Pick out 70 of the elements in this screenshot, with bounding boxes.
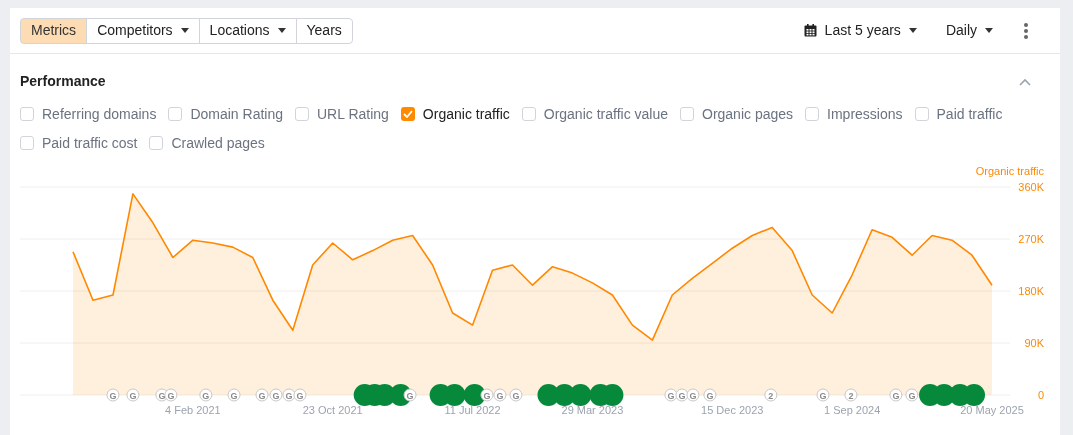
x-axis-label: 4 Feb 2021 (165, 404, 221, 416)
checkbox[interactable] (20, 136, 34, 150)
metric-checkbox[interactable]: Organic traffic (400, 105, 510, 123)
update-marker[interactable]: G (509, 388, 523, 402)
metric-checkbox[interactable]: Paid traffic (914, 105, 1003, 123)
checkbox[interactable] (168, 107, 183, 121)
x-axis-label: 11 Jul 2022 (444, 404, 501, 416)
caret-icon (908, 28, 917, 33)
x-axis-label: 15 Dec 2023 (701, 404, 764, 416)
x-axis-label: 20 May 2025 (960, 404, 1024, 416)
metric-checkbox[interactable]: Crawled pages (149, 134, 265, 152)
y-axis-label: 0 (1037, 389, 1044, 401)
y-axis-label: 180K (1018, 285, 1044, 297)
checkbox[interactable] (521, 107, 536, 121)
section-title: Performance (20, 72, 106, 91)
caret-icon (985, 28, 993, 33)
checkbox[interactable] (680, 107, 694, 121)
x-axis-label: 1 Sep 2024 (824, 404, 881, 416)
checkbox[interactable] (400, 107, 415, 121)
x-axis-label: 23 Oct 2021 (302, 404, 363, 416)
y-axis-label: 90K (1024, 337, 1044, 349)
segment-tab[interactable]: Competitors (86, 17, 200, 44)
update-marker[interactable]: G (255, 388, 269, 402)
segment-tab[interactable]: Locations (198, 17, 297, 44)
update-marker[interactable]: G (106, 388, 120, 402)
annotation: 2 (848, 390, 854, 401)
checkbox[interactable] (295, 107, 309, 121)
update-marker[interactable]: G (403, 388, 417, 402)
checkmark-icon (402, 110, 413, 118)
update-marker[interactable]: G (675, 388, 689, 402)
checkbox[interactable] (20, 107, 34, 121)
metric-checkbox[interactable]: Impressions (805, 105, 903, 123)
y-axis-label: 360K (1018, 181, 1044, 193)
metric-checkbox[interactable]: Domain Rating (168, 105, 283, 123)
x-axis-label: 29 Mar 2023 (561, 404, 624, 416)
date-range-dropdown[interactable]: Last 5 years (803, 20, 917, 41)
update-marker[interactable]: G (282, 388, 296, 402)
update-marker[interactable]: G (293, 388, 307, 402)
update-marker[interactable]: G (664, 388, 678, 402)
checkbox[interactable] (149, 136, 164, 150)
update-marker[interactable]: G (905, 388, 919, 402)
y-axis-label: 270K (1018, 233, 1044, 245)
update-marker[interactable]: G (227, 388, 241, 402)
update-marker[interactable]: G (126, 388, 140, 402)
update-marker[interactable]: G (493, 388, 507, 402)
metric-checkbox[interactable]: Organic traffic value (521, 105, 668, 123)
series-label: Organic traffic (975, 165, 1044, 177)
update-marker[interactable]: G (480, 388, 494, 402)
update-marker[interactable]: 2 (844, 388, 858, 402)
segment-tab[interactable]: Years (295, 17, 353, 44)
metric-checkbox[interactable]: Paid traffic cost (20, 134, 138, 152)
update-marker[interactable]: G (816, 388, 830, 402)
more-options-icon[interactable] (1024, 22, 1028, 39)
calendar-icon (803, 24, 817, 37)
update-marker[interactable]: G (164, 388, 178, 402)
segment-tab[interactable]: Metrics (20, 17, 88, 44)
metric-checkbox[interactable]: Organic pages (680, 105, 794, 123)
metric-checkbox[interactable]: URL Rating (295, 105, 389, 123)
update-marker[interactable]: G (889, 388, 903, 402)
checkbox[interactable] (914, 107, 929, 121)
update-marker[interactable]: 2 (764, 388, 778, 402)
update-marker[interactable]: G (199, 388, 213, 402)
collapse-chevron-icon[interactable] (1019, 77, 1031, 86)
annotation: 2 (768, 390, 774, 401)
checkbox[interactable] (805, 107, 820, 121)
update-marker[interactable]: G (269, 388, 283, 402)
interval-dropdown[interactable]: Daily (945, 20, 993, 41)
update-marker[interactable]: G (703, 388, 717, 402)
metric-checkbox[interactable]: Referring domains (20, 105, 157, 123)
update-marker[interactable]: G (686, 388, 700, 402)
